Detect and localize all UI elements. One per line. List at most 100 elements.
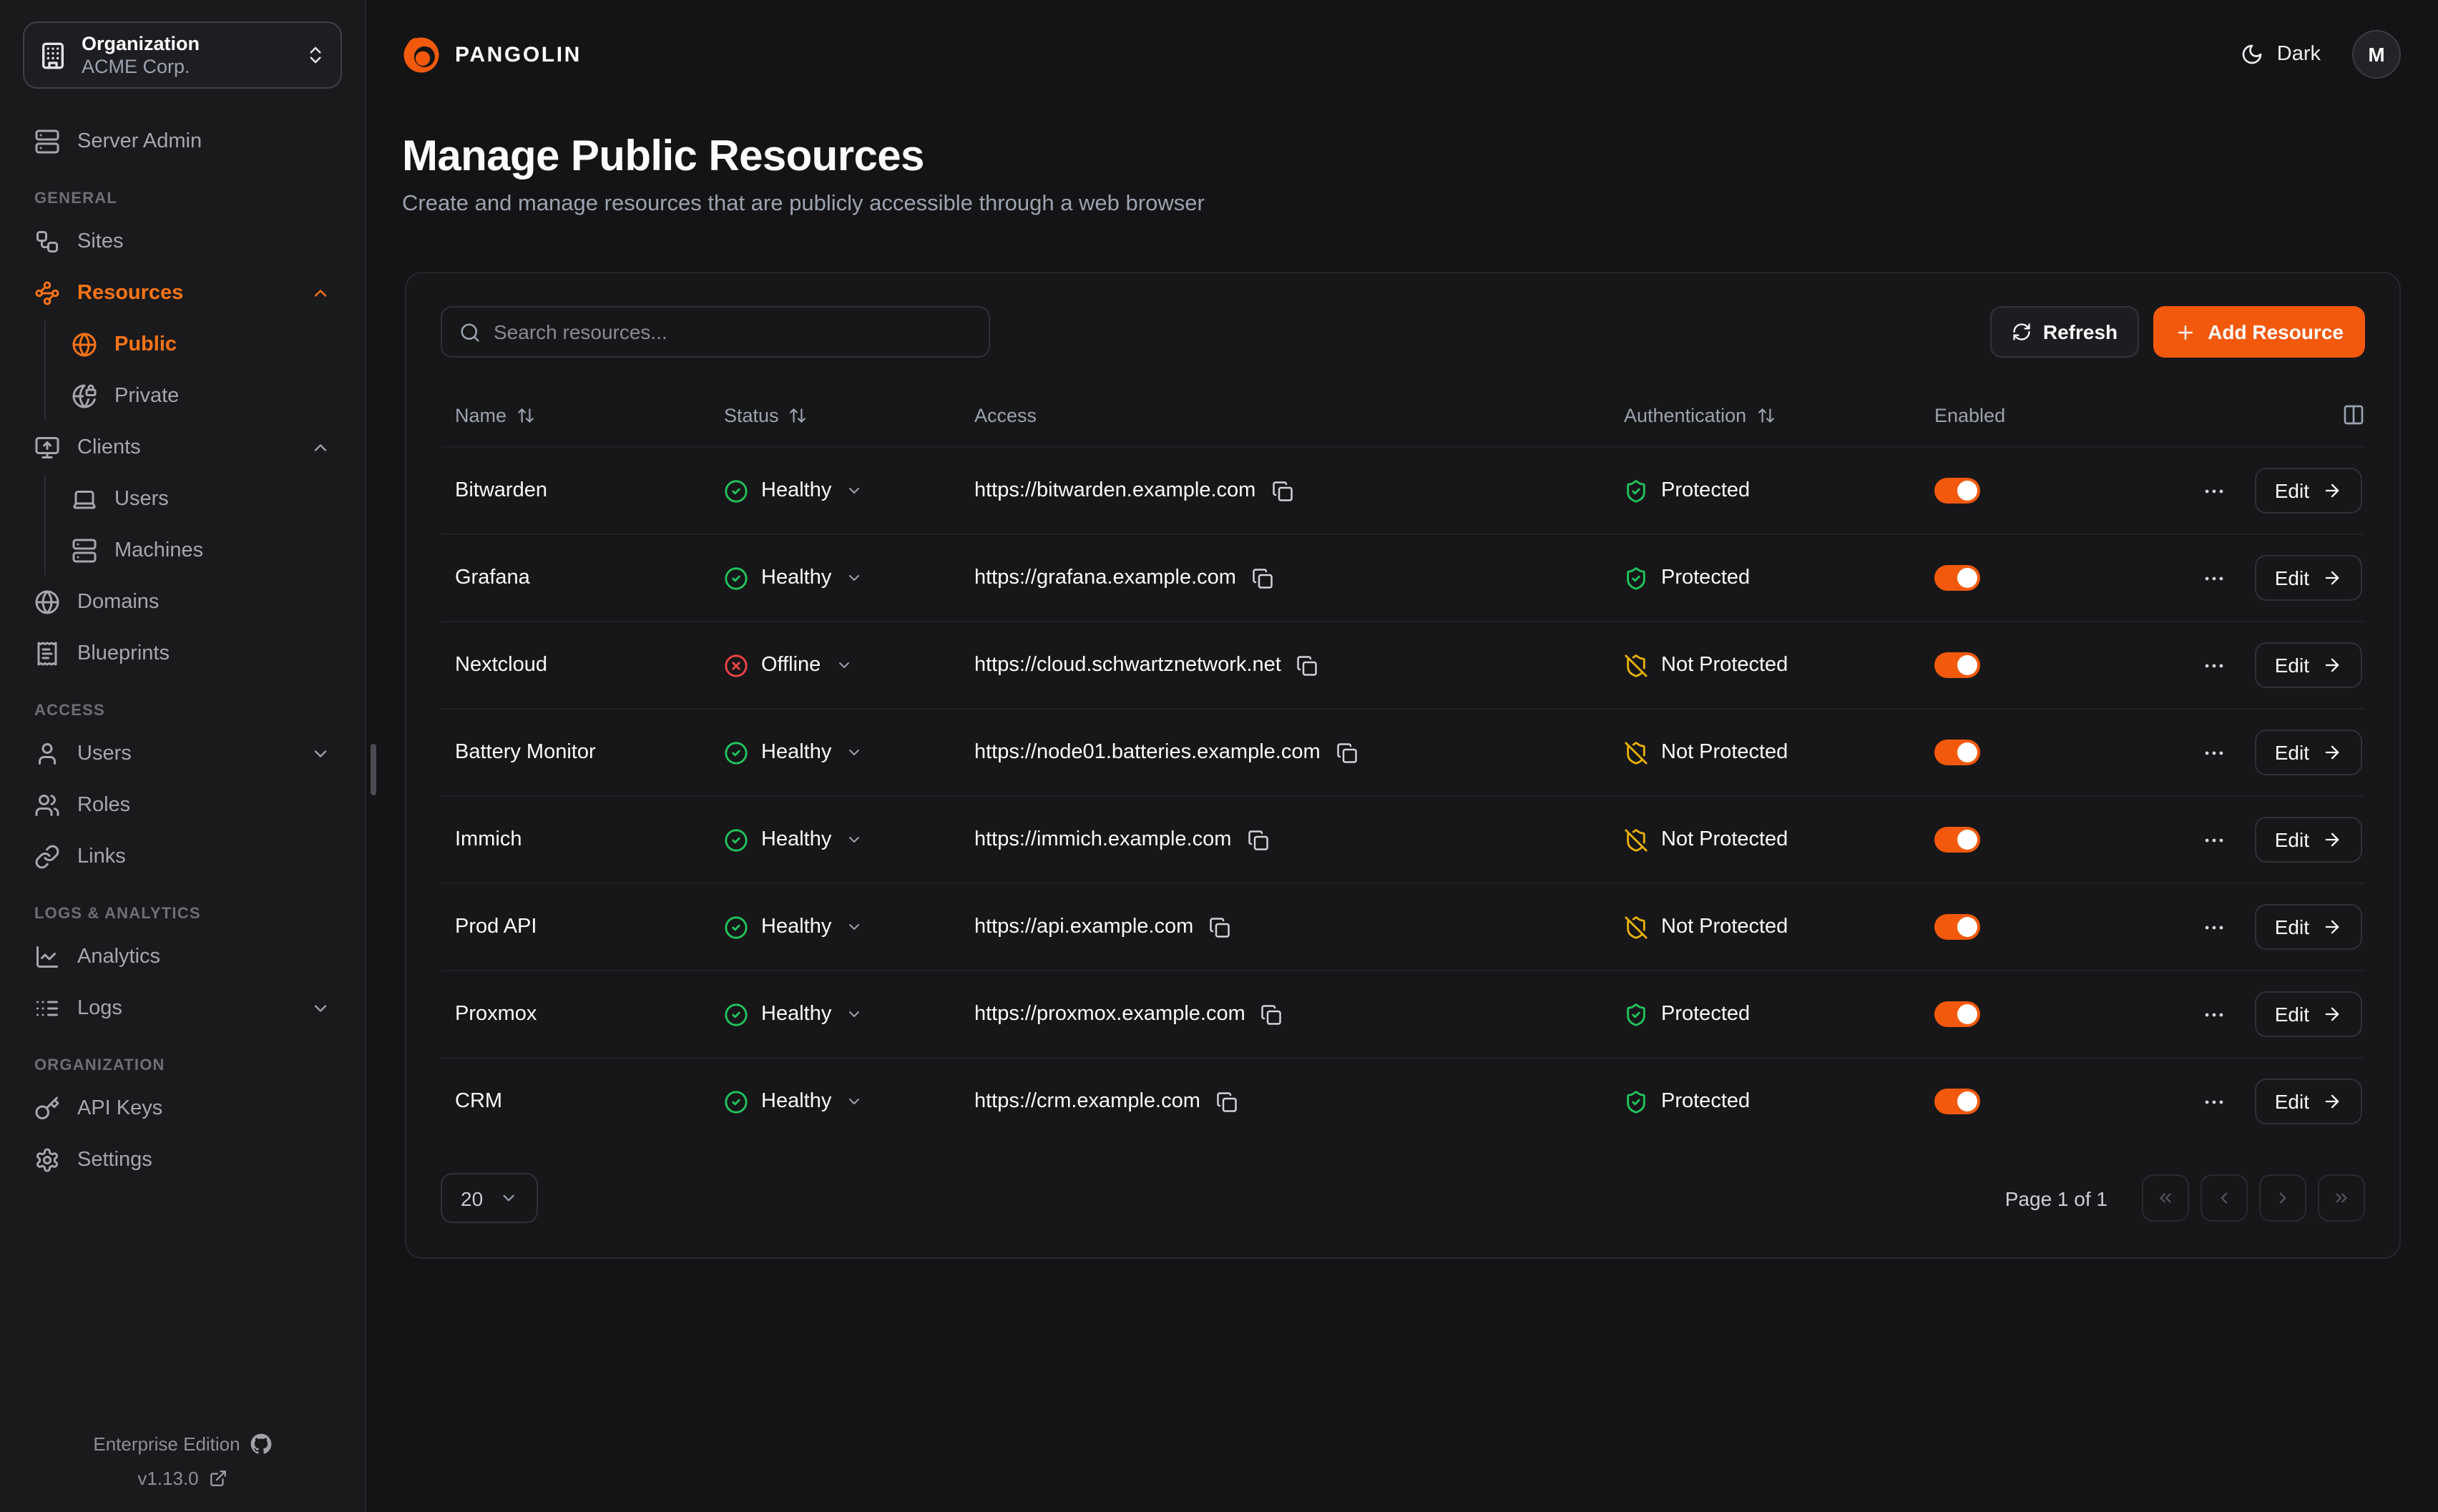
sidebar-item-blueprints[interactable]: Blueprints [23, 629, 342, 678]
enabled-toggle[interactable] [1934, 652, 1980, 678]
row-menu-button[interactable] [2202, 653, 2226, 677]
plus-icon [2175, 321, 2196, 343]
resources-card: Refresh Add Resource Name Status [405, 272, 2401, 1259]
theme-toggle[interactable]: Dark [2241, 43, 2321, 66]
avatar[interactable]: M [2352, 30, 2401, 79]
status-label: Healthy [761, 1003, 831, 1026]
sidebar-scrollbar-thumb[interactable] [371, 744, 376, 795]
sidebar-item-roles[interactable]: Roles [23, 781, 342, 830]
enabled-toggle[interactable] [1934, 478, 1980, 504]
organization-switcher[interactable]: Organization ACME Corp. [23, 21, 342, 89]
column-header-authentication[interactable]: Authentication [1624, 404, 1934, 426]
row-menu-button[interactable] [2202, 740, 2226, 765]
edit-label: Edit [2275, 915, 2309, 938]
sidebar-item-users[interactable]: Users [46, 475, 342, 524]
laptop-icon [72, 486, 97, 512]
status-dropdown[interactable]: Healthy [724, 828, 863, 852]
chevron-down-icon [846, 482, 863, 499]
github-icon[interactable] [250, 1433, 272, 1455]
row-menu-button[interactable] [2202, 478, 2226, 503]
receipt-icon [34, 641, 60, 667]
copy-url-button[interactable] [1209, 916, 1230, 938]
edit-button[interactable]: Edit [2255, 991, 2362, 1037]
sidebar-item-settings[interactable]: Settings [23, 1136, 342, 1184]
resource-url[interactable]: https://grafana.example.com [974, 566, 1236, 589]
enabled-toggle[interactable] [1934, 914, 1980, 940]
status-dropdown[interactable]: Healthy [724, 915, 863, 939]
column-header-status[interactable]: Status [724, 404, 974, 426]
next-page-button[interactable] [2259, 1174, 2306, 1222]
sidebar-item-sites[interactable]: Sites [23, 217, 342, 266]
enabled-toggle[interactable] [1934, 1001, 1980, 1027]
enabled-toggle[interactable] [1934, 740, 1980, 765]
row-menu-button[interactable] [2202, 1089, 2226, 1114]
edit-button[interactable]: Edit [2255, 817, 2362, 863]
external-link-icon[interactable] [209, 1469, 227, 1488]
row-menu-button[interactable] [2202, 566, 2226, 590]
edit-button[interactable]: Edit [2255, 468, 2362, 514]
status-dropdown[interactable]: Offline [724, 653, 852, 677]
sidebar-item-clients[interactable]: Clients [23, 423, 342, 472]
sidebar-item-users[interactable]: Users [23, 730, 342, 778]
resource-url[interactable]: https://immich.example.com [974, 828, 1231, 851]
row-menu-button[interactable] [2202, 915, 2226, 939]
column-header-name[interactable]: Name [455, 404, 724, 426]
previous-page-button[interactable] [2200, 1174, 2248, 1222]
edit-button[interactable]: Edit [2255, 730, 2362, 775]
resource-url[interactable]: https://node01.batteries.example.com [974, 741, 1321, 764]
enabled-toggle[interactable] [1934, 827, 1980, 853]
resource-url[interactable]: https://crm.example.com [974, 1090, 1200, 1113]
waypoints-icon [34, 280, 60, 306]
copy-url-button[interactable] [1336, 742, 1358, 763]
first-page-button[interactable] [2142, 1174, 2189, 1222]
copy-url-button[interactable] [1297, 654, 1318, 676]
sidebar-item-machines[interactable]: Machines [46, 526, 342, 575]
row-menu-button[interactable] [2202, 828, 2226, 852]
edit-button[interactable]: Edit [2255, 642, 2362, 688]
edit-button[interactable]: Edit [2255, 1079, 2362, 1124]
sidebar-item-server-admin[interactable]: Server Admin [23, 117, 342, 166]
enabled-toggle[interactable] [1934, 565, 1980, 591]
last-page-button[interactable] [2318, 1174, 2365, 1222]
column-settings-button[interactable] [2342, 403, 2365, 426]
edit-label: Edit [2275, 741, 2309, 764]
status-dropdown[interactable]: Healthy [724, 566, 863, 590]
status-dropdown[interactable]: Healthy [724, 1002, 863, 1026]
status-dropdown[interactable]: Healthy [724, 740, 863, 765]
auth-label: Not Protected [1661, 741, 1788, 764]
chevron-down-icon [846, 1093, 863, 1110]
page-size-select[interactable]: 20 [441, 1173, 537, 1223]
status-dropdown[interactable]: Healthy [724, 478, 863, 503]
row-menu-button[interactable] [2202, 1002, 2226, 1026]
sidebar-item-api-keys[interactable]: API Keys [23, 1084, 342, 1133]
sidebar-item-public[interactable]: Public [46, 320, 342, 369]
copy-url-button[interactable] [1247, 829, 1268, 850]
status-dropdown[interactable]: Healthy [724, 1089, 863, 1114]
sidebar-item-label: Settings [77, 1149, 152, 1172]
resource-url[interactable]: https://api.example.com [974, 915, 1193, 938]
resource-url[interactable]: https://cloud.schwartznetwork.net [974, 654, 1281, 677]
sidebar-item-links[interactable]: Links [23, 833, 342, 881]
sidebar-item-resources[interactable]: Resources [23, 269, 342, 318]
sidebar-item-domains[interactable]: Domains [23, 578, 342, 627]
copy-url-button[interactable] [1261, 1003, 1283, 1025]
sidebar-item-label: Sites [77, 230, 124, 253]
resource-url[interactable]: https://bitwarden.example.com [974, 479, 1255, 502]
enabled-toggle[interactable] [1934, 1089, 1980, 1114]
edit-button[interactable]: Edit [2255, 555, 2362, 601]
sidebar-item-logs[interactable]: Logs [23, 984, 342, 1033]
copy-url-button[interactable] [1252, 567, 1273, 589]
brand[interactable]: PANGOLIN [402, 35, 582, 74]
moon-icon [2241, 43, 2264, 66]
edit-button[interactable]: Edit [2255, 904, 2362, 950]
refresh-button[interactable]: Refresh [1990, 306, 2139, 358]
copy-url-button[interactable] [1271, 480, 1293, 501]
copy-url-button[interactable] [1216, 1091, 1238, 1112]
sidebar-item-private[interactable]: Private [46, 372, 342, 421]
table-footer: 20 Page 1 of 1 [441, 1173, 2365, 1223]
search-input[interactable] [494, 320, 971, 343]
sidebar-item-analytics[interactable]: Analytics [23, 933, 342, 981]
chevron-right-icon [2273, 1189, 2292, 1207]
add-resource-button[interactable]: Add Resource [2153, 306, 2365, 358]
resource-url[interactable]: https://proxmox.example.com [974, 1003, 1245, 1026]
